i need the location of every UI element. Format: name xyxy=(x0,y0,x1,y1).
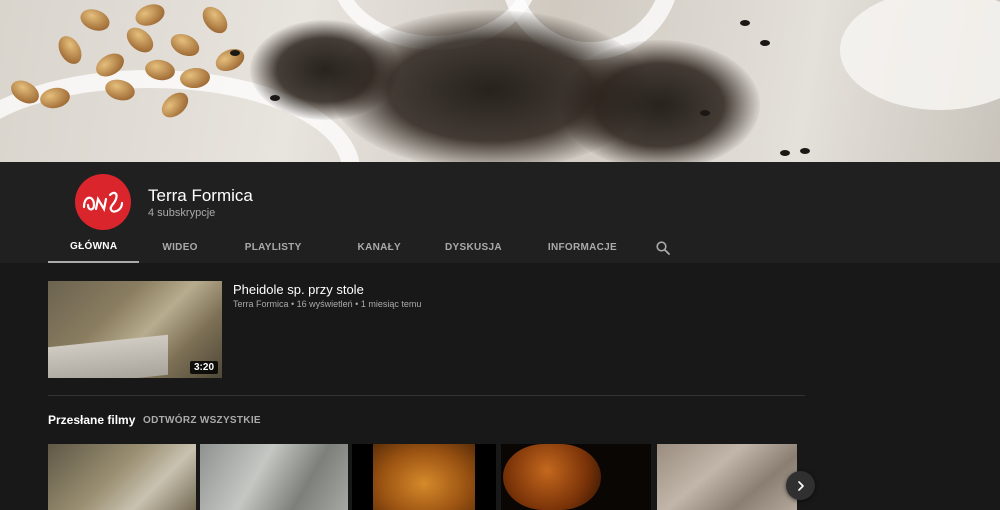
shelf-next-button[interactable] xyxy=(786,471,815,500)
search-icon xyxy=(656,240,670,255)
tab-discussion[interactable]: DYSKUSJA xyxy=(425,232,526,263)
video-thumbnail[interactable] xyxy=(48,444,196,510)
video-thumbnail[interactable] xyxy=(501,444,651,510)
channel-banner xyxy=(0,0,1000,162)
tab-videos[interactable]: WIDEO xyxy=(139,232,220,263)
play-all-button[interactable]: ODTWÓRZ WSZYSTKIE xyxy=(143,415,261,426)
subscriber-count: 4 subskrypcje xyxy=(148,207,216,219)
featured-video-meta: Terra Formica • 16 wyświetleń • 1 miesią… xyxy=(233,299,422,309)
featured-video-thumbnail[interactable]: 3:20 xyxy=(48,281,222,378)
video-thumbnail[interactable] xyxy=(352,444,496,510)
video-duration: 3:20 xyxy=(189,361,218,374)
channel-tabs: GŁÓWNA WIDEO PLAYLISTY KANAŁY DYSKUSJA I… xyxy=(48,232,687,263)
channel-avatar[interactable] xyxy=(75,174,131,230)
tab-channels[interactable]: KANAŁY xyxy=(340,232,425,263)
tab-playlists[interactable]: PLAYLISTY xyxy=(221,232,340,263)
channel-header: Terra Formica 4 subskrypcje GŁÓWNA WIDEO… xyxy=(0,162,1000,263)
tab-home[interactable]: GŁÓWNA xyxy=(48,232,140,263)
video-thumbnail[interactable] xyxy=(657,444,797,510)
chevron-right-icon xyxy=(797,480,804,491)
channel-search-button[interactable] xyxy=(639,232,687,263)
channel-name: Terra Formica xyxy=(148,186,253,205)
featured-video-title[interactable]: Pheidole sp. przy stole xyxy=(233,282,364,297)
video-thumbnail[interactable] xyxy=(200,444,348,510)
channel-logo-icon xyxy=(82,191,124,213)
section-divider xyxy=(48,395,805,396)
tab-about[interactable]: INFORMACJE xyxy=(526,232,639,263)
uploads-shelf-title[interactable]: Przesłane filmy xyxy=(48,413,135,427)
